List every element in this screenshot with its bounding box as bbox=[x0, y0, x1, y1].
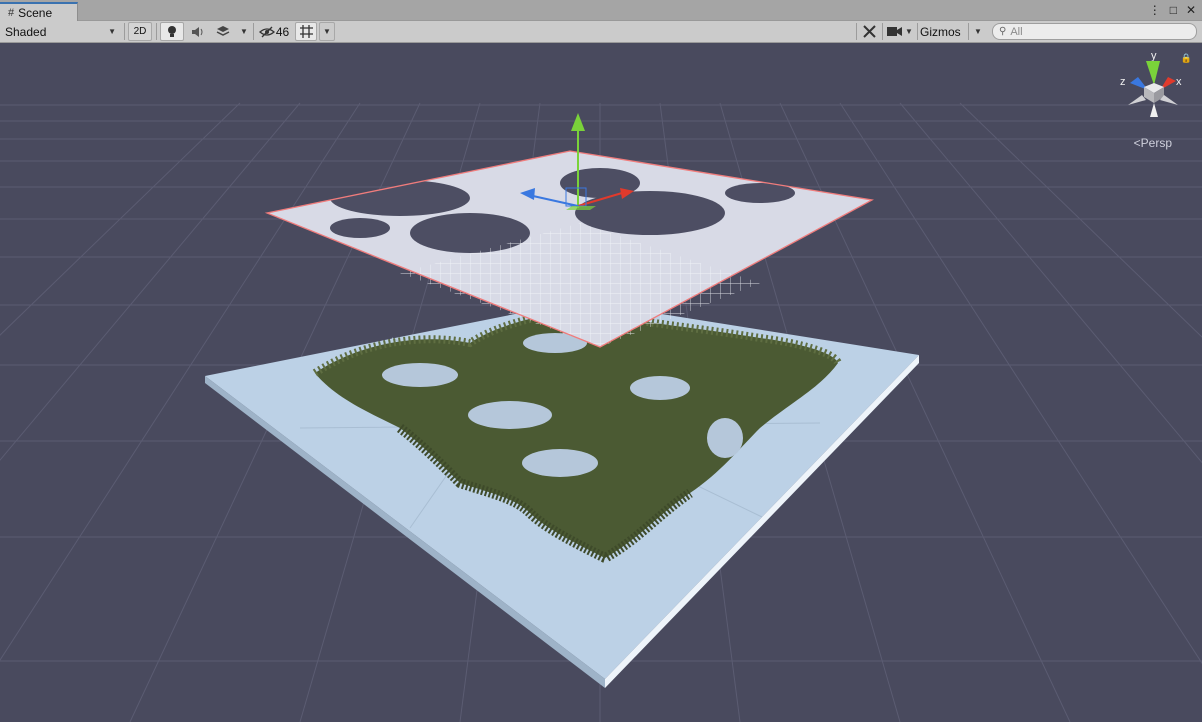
tools-icon bbox=[862, 25, 876, 38]
window-tab-strip: # Scene ⋮ □ ✕ bbox=[0, 0, 1202, 21]
chevron-down-icon: ▼ bbox=[108, 27, 116, 36]
chevron-down-icon: ▼ bbox=[974, 27, 982, 36]
axis-cube-icon: y x z bbox=[1120, 50, 1182, 117]
tools-button[interactable] bbox=[859, 22, 879, 41]
hidden-eye-icon bbox=[258, 26, 275, 37]
chevron-down-icon: ▼ bbox=[323, 27, 331, 36]
search-input[interactable]: ⚲ All bbox=[992, 23, 1197, 40]
axis-label-y: y bbox=[1151, 50, 1157, 62]
gizmos-dropdown-button[interactable]: ▼ bbox=[970, 22, 986, 41]
shading-mode-label: Shaded bbox=[5, 24, 47, 39]
scene-visibility-toggle[interactable]: 46 bbox=[256, 22, 292, 41]
toolbar-divider bbox=[124, 23, 125, 40]
chevron-down-icon: ▼ bbox=[240, 27, 248, 36]
effects-dropdown-button[interactable]: ▼ bbox=[237, 22, 251, 41]
window-controls: ⋮ □ ✕ bbox=[1149, 3, 1196, 17]
search-placeholder: All bbox=[1010, 25, 1023, 38]
toolbar-divider bbox=[917, 23, 918, 40]
projection-label: Persp bbox=[1140, 136, 1172, 150]
grid-dropdown-button[interactable]: ▼ bbox=[319, 22, 335, 41]
scene-icon: # bbox=[8, 6, 15, 19]
maximize-icon[interactable]: □ bbox=[1170, 3, 1177, 17]
projection-toggle[interactable]: <Persp bbox=[1134, 136, 1172, 150]
toolbar-divider bbox=[968, 23, 969, 40]
lightbulb-icon bbox=[168, 25, 176, 37]
scene-viewport[interactable]: y x z 🔒 <Persp bbox=[0, 43, 1202, 722]
2d-toggle-button[interactable]: 2D bbox=[128, 22, 152, 41]
camera-settings-button[interactable]: ▼ bbox=[885, 22, 915, 41]
shading-mode-dropdown[interactable]: Shaded ▼ bbox=[0, 22, 122, 41]
more-options-icon[interactable]: ⋮ bbox=[1149, 3, 1161, 17]
close-icon[interactable]: ✕ bbox=[1186, 3, 1196, 17]
y-arrow-icon[interactable] bbox=[571, 113, 585, 131]
grid-toggle-button[interactable] bbox=[295, 22, 317, 41]
scene-toolbar: Shaded ▼ 2D ▼ 46 ▼ ▼ Gizmos ▼ ⚲ All bbox=[0, 21, 1202, 43]
axis-label-x: x bbox=[1176, 76, 1182, 88]
audio-toggle-button[interactable] bbox=[187, 22, 209, 41]
toolbar-divider bbox=[253, 23, 254, 40]
gizmos-button[interactable]: Gizmos bbox=[920, 22, 966, 41]
hidden-object-count: 46 bbox=[275, 24, 290, 39]
grid-icon bbox=[299, 25, 313, 38]
layers-icon bbox=[216, 26, 230, 36]
camera-icon bbox=[887, 27, 903, 36]
toolbar-divider bbox=[882, 23, 883, 40]
lock-icon[interactable]: 🔒 bbox=[1181, 53, 1192, 64]
noise-texture-plane[interactable] bbox=[264, 150, 874, 348]
scene-canvas bbox=[0, 102, 1202, 722]
chevron-down-icon: ▼ bbox=[905, 27, 913, 36]
tab-scene-label: Scene bbox=[18, 5, 53, 20]
speaker-icon bbox=[192, 26, 203, 37]
axis-label-z: z bbox=[1120, 76, 1126, 88]
effects-toggle-button[interactable] bbox=[212, 22, 234, 41]
tab-scene[interactable]: # Scene bbox=[0, 2, 78, 21]
lighting-toggle-button[interactable] bbox=[160, 22, 184, 41]
toolbar-divider bbox=[156, 23, 157, 40]
search-icon: ⚲ bbox=[999, 26, 1007, 37]
chevron-left-icon: < bbox=[1133, 136, 1141, 150]
toolbar-divider bbox=[856, 23, 857, 40]
